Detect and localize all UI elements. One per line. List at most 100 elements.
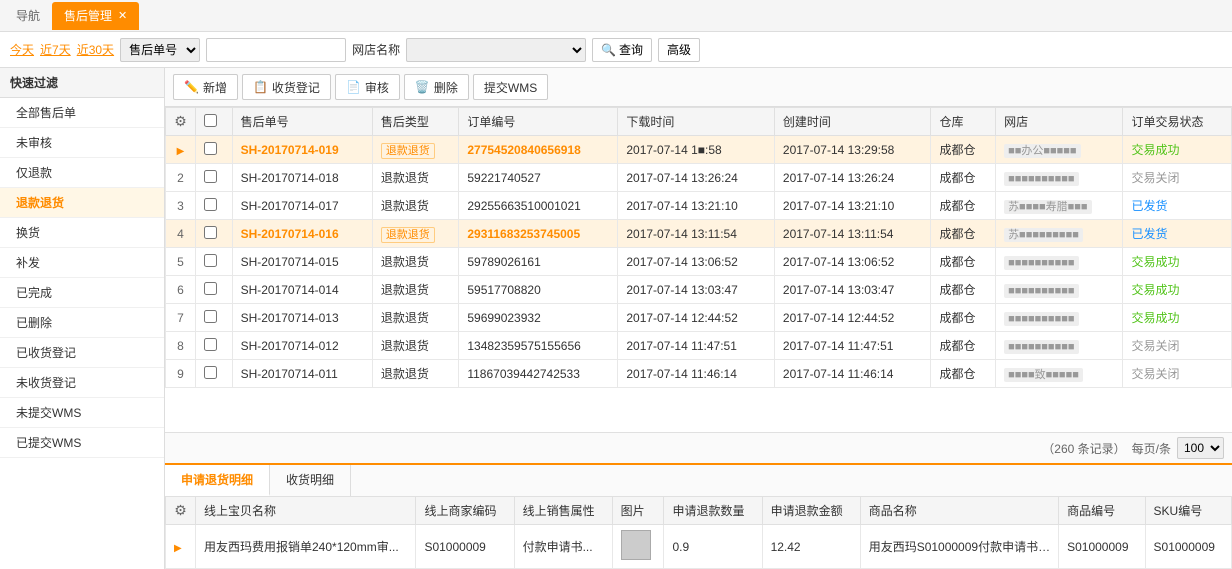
delete-button[interactable]: 🗑️ 删除: [404, 74, 469, 100]
sidebar-item[interactable]: 未审核: [0, 128, 164, 158]
table-row[interactable]: 9SH-20170714-011退款退货11867039442742533201…: [166, 360, 1232, 388]
shop-blurred: ■■办公■■■■■: [1004, 144, 1081, 158]
after-sale-tab[interactable]: 售后管理 ✕: [52, 2, 139, 30]
sidebar-item[interactable]: 未提交WMS: [0, 398, 164, 428]
table-row[interactable]: 6SH-20170714-014退款退货595177088202017-07-1…: [166, 276, 1232, 304]
shop-blurred: ■■■■致■■■■■: [1004, 368, 1083, 382]
download-col-header: 下载时间: [618, 108, 775, 136]
today-link[interactable]: 今天: [10, 41, 34, 58]
shop: ■■■■■■■■■■: [996, 248, 1123, 276]
table-row[interactable]: 2SH-20170714-018退款退货592217405272017-07-1…: [166, 164, 1232, 192]
row-number: 3: [166, 192, 196, 220]
search-input[interactable]: [206, 38, 346, 62]
bottom-tab[interactable]: 申请退货明细: [165, 465, 270, 496]
shop: 苏■■■■■■■■■: [996, 220, 1123, 248]
sidebar-item[interactable]: 退款退货: [0, 188, 164, 218]
order-status: 交易关闭: [1123, 360, 1232, 388]
sidebar-item[interactable]: 已提交WMS: [0, 428, 164, 458]
bottom-image-header: 图片: [612, 497, 664, 525]
row-checkbox[interactable]: [204, 338, 217, 351]
created-time: 2017-07-14 13:29:58: [774, 136, 931, 164]
field-select[interactable]: 售后单号: [120, 38, 200, 62]
sidebar-item[interactable]: 仅退款: [0, 158, 164, 188]
download-time: 2017-07-14 12:44:52: [618, 304, 775, 332]
close-tab-icon[interactable]: ✕: [118, 9, 127, 22]
warehouse: 成都仓: [931, 192, 996, 220]
table-row[interactable]: 5SH-20170714-015退款退货597890261612017-07-1…: [166, 248, 1232, 276]
refund-qty: 0.9: [664, 525, 762, 569]
query-button[interactable]: 🔍 查询: [592, 38, 652, 62]
shop: ■■办公■■■■■: [996, 136, 1123, 164]
bottom-tab[interactable]: 收货明细: [270, 465, 351, 496]
shop-select[interactable]: [406, 38, 586, 62]
table-row[interactable]: 7SH-20170714-013退款退货596990239322017-07-1…: [166, 304, 1232, 332]
created-col-header: 创建时间: [774, 108, 931, 136]
row-checkbox-cell: [196, 360, 233, 388]
row-checkbox[interactable]: [204, 282, 217, 295]
row-checkbox[interactable]: [204, 198, 217, 211]
sidebar-item[interactable]: 换货: [0, 218, 164, 248]
shop-blurred: ■■■■■■■■■■: [1004, 284, 1078, 298]
bottom-code-header: 线上商家编码: [416, 497, 514, 525]
download-time: 2017-07-14 11:47:51: [618, 332, 775, 360]
add-button[interactable]: ✏️ 新增: [173, 74, 238, 100]
delete-icon: 🗑️: [415, 80, 430, 94]
sidebar-item[interactable]: 补发: [0, 248, 164, 278]
status-text: 已发货: [1131, 227, 1167, 241]
last30-link[interactable]: 近30天: [77, 41, 114, 58]
product-code: S01000009: [1059, 525, 1145, 569]
row-checkbox[interactable]: [204, 142, 217, 155]
audit-button[interactable]: 📄 审核: [335, 74, 400, 100]
order-status: 已发货: [1123, 220, 1232, 248]
table-row[interactable]: 8SH-20170714-012退款退货13482359575155656201…: [166, 332, 1232, 360]
checkbox-col-header: [196, 108, 233, 136]
audit-icon: 📄: [346, 80, 361, 94]
play-icon: ▶: [177, 146, 185, 157]
after-sale-id: SH-20170714-018: [232, 164, 372, 192]
bottom-attr-header: 线上销售属性: [514, 497, 612, 525]
row-checkbox[interactable]: [204, 170, 217, 183]
row-checkbox[interactable]: [204, 310, 217, 323]
sidebar-item[interactable]: 已完成: [0, 278, 164, 308]
table-row[interactable]: 4SH-20170714-016退款退货29311683253745005201…: [166, 220, 1232, 248]
download-time: 2017-07-14 13:21:10: [618, 192, 775, 220]
table-row[interactable]: ▶SH-20170714-019退款退货27754520840656918201…: [166, 136, 1232, 164]
settings-col-header[interactable]: ⚙: [166, 108, 196, 136]
bottom-settings-icon[interactable]: ⚙: [174, 502, 187, 518]
last7-link[interactable]: 近7天: [40, 41, 71, 58]
shop: 苏■■■■寿腊■■■: [996, 192, 1123, 220]
row-checkbox[interactable]: [204, 366, 217, 379]
created-time: 2017-07-14 13:21:10: [774, 192, 931, 220]
row-checkbox[interactable]: [204, 254, 217, 267]
bottom-qty-header: 申请退款数量: [664, 497, 762, 525]
select-all-checkbox[interactable]: [204, 114, 217, 127]
bottom-amount-header: 申请退款金额: [762, 497, 860, 525]
shop-label: 网店名称: [352, 41, 400, 58]
bottom-table-container: ⚙ 线上宝贝名称 线上商家编码 线上销售属性 图片 申请退款数量 申请退款金额 …: [165, 496, 1232, 569]
sidebar-item[interactable]: 已删除: [0, 308, 164, 338]
bottom-tabs: 申请退货明细收货明细: [165, 463, 1232, 496]
receipt-button[interactable]: 📋 收货登记: [242, 74, 331, 100]
row-checkbox-cell: [196, 136, 233, 164]
row-checkbox-cell: [196, 164, 233, 192]
status-text: 交易成功: [1131, 143, 1179, 157]
bottom-table: ⚙ 线上宝贝名称 线上商家编码 线上销售属性 图片 申请退款数量 申请退款金额 …: [165, 496, 1232, 569]
advanced-button[interactable]: 高级: [658, 38, 700, 62]
created-time: 2017-07-14 11:46:14: [774, 360, 931, 388]
per-page-select[interactable]: 100: [1177, 437, 1224, 459]
after-sale-id: SH-20170714-013: [232, 304, 372, 332]
submit-wms-button[interactable]: 提交WMS: [473, 74, 548, 100]
type-col-header: 售后类型: [372, 108, 459, 136]
table-row[interactable]: 3SH-20170714-017退款退货29255663510001021201…: [166, 192, 1232, 220]
sidebar-item[interactable]: 已收货登记: [0, 338, 164, 368]
row-number: 7: [166, 304, 196, 332]
order-status: 交易关闭: [1123, 164, 1232, 192]
row-checkbox[interactable]: [204, 226, 217, 239]
row-number: 5: [166, 248, 196, 276]
download-time: 2017-07-14 13:11:54: [618, 220, 775, 248]
settings-icon[interactable]: ⚙: [174, 113, 187, 129]
bottom-settings-col[interactable]: ⚙: [166, 497, 196, 525]
after-sale-id-text: SH-20170714-016: [241, 227, 339, 241]
sidebar-item[interactable]: 全部售后单: [0, 98, 164, 128]
sidebar-item[interactable]: 未收货登记: [0, 368, 164, 398]
